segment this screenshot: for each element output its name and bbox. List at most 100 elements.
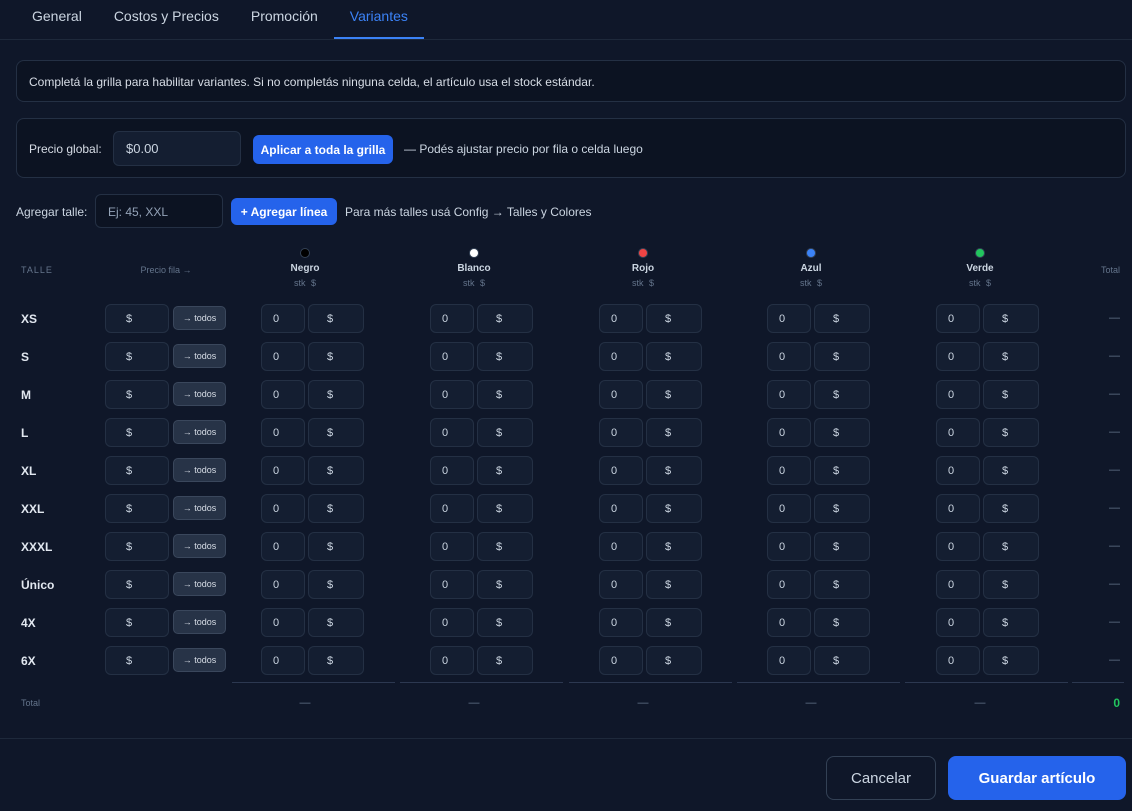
row-price-input[interactable]: $ bbox=[105, 494, 169, 523]
tab-costos-y-precios[interactable]: Costos y Precios bbox=[98, 0, 235, 39]
stock-input[interactable]: 0 bbox=[261, 380, 305, 409]
apply-row-to-all-button[interactable]: → todos bbox=[173, 534, 226, 558]
stock-input[interactable]: 0 bbox=[599, 418, 643, 447]
stock-input[interactable]: 0 bbox=[430, 418, 474, 447]
cell-price-input[interactable]: $ bbox=[983, 646, 1039, 675]
stock-input[interactable]: 0 bbox=[767, 646, 811, 675]
cell-price-input[interactable]: $ bbox=[983, 380, 1039, 409]
cell-price-input[interactable]: $ bbox=[983, 304, 1039, 333]
stock-input[interactable]: 0 bbox=[599, 304, 643, 333]
stock-input[interactable]: 0 bbox=[936, 646, 980, 675]
stock-input[interactable]: 0 bbox=[261, 532, 305, 561]
cell-price-input[interactable]: $ bbox=[308, 342, 364, 371]
stock-input[interactable]: 0 bbox=[599, 646, 643, 675]
stock-input[interactable]: 0 bbox=[767, 304, 811, 333]
stock-input[interactable]: 0 bbox=[936, 418, 980, 447]
stock-input[interactable]: 0 bbox=[936, 608, 980, 637]
cell-price-input[interactable]: $ bbox=[983, 494, 1039, 523]
apply-to-grid-button[interactable]: Aplicar a toda la grilla bbox=[253, 135, 393, 164]
tab-general[interactable]: General bbox=[16, 0, 98, 39]
stock-input[interactable]: 0 bbox=[430, 494, 474, 523]
stock-input[interactable]: 0 bbox=[767, 608, 811, 637]
apply-row-to-all-button[interactable]: → todos bbox=[173, 458, 226, 482]
cell-price-input[interactable]: $ bbox=[477, 342, 533, 371]
stock-input[interactable]: 0 bbox=[430, 646, 474, 675]
cell-price-input[interactable]: $ bbox=[308, 608, 364, 637]
stock-input[interactable]: 0 bbox=[261, 608, 305, 637]
stock-input[interactable]: 0 bbox=[767, 494, 811, 523]
cell-price-input[interactable]: $ bbox=[814, 646, 870, 675]
cell-price-input[interactable]: $ bbox=[814, 342, 870, 371]
cell-price-input[interactable]: $ bbox=[477, 608, 533, 637]
row-price-input[interactable]: $ bbox=[105, 570, 169, 599]
row-price-input[interactable]: $ bbox=[105, 456, 169, 485]
apply-row-to-all-button[interactable]: → todos bbox=[173, 648, 226, 672]
cell-price-input[interactable]: $ bbox=[983, 570, 1039, 599]
cell-price-input[interactable]: $ bbox=[983, 418, 1039, 447]
apply-row-to-all-button[interactable]: → todos bbox=[173, 344, 226, 368]
stock-input[interactable]: 0 bbox=[936, 456, 980, 485]
cell-price-input[interactable]: $ bbox=[814, 418, 870, 447]
add-size-input[interactable]: Ej: 45, XXL bbox=[95, 194, 223, 228]
tab-variantes[interactable]: Variantes bbox=[333, 0, 424, 39]
stock-input[interactable]: 0 bbox=[599, 494, 643, 523]
cell-price-input[interactable]: $ bbox=[814, 608, 870, 637]
cell-price-input[interactable]: $ bbox=[646, 608, 702, 637]
cell-price-input[interactable]: $ bbox=[814, 570, 870, 599]
cell-price-input[interactable]: $ bbox=[646, 494, 702, 523]
cell-price-input[interactable]: $ bbox=[646, 570, 702, 599]
cell-price-input[interactable]: $ bbox=[646, 646, 702, 675]
stock-input[interactable]: 0 bbox=[599, 570, 643, 599]
stock-input[interactable]: 0 bbox=[261, 342, 305, 371]
row-price-input[interactable]: $ bbox=[105, 608, 169, 637]
cell-price-input[interactable]: $ bbox=[646, 532, 702, 561]
global-price-input[interactable]: $0.00 bbox=[113, 131, 241, 166]
tab-promocion[interactable]: Promoción bbox=[235, 0, 334, 39]
stock-input[interactable]: 0 bbox=[599, 342, 643, 371]
cell-price-input[interactable]: $ bbox=[477, 304, 533, 333]
stock-input[interactable]: 0 bbox=[261, 456, 305, 485]
apply-row-to-all-button[interactable]: → todos bbox=[173, 572, 226, 596]
stock-input[interactable]: 0 bbox=[767, 380, 811, 409]
cell-price-input[interactable]: $ bbox=[983, 456, 1039, 485]
stock-input[interactable]: 0 bbox=[936, 342, 980, 371]
cell-price-input[interactable]: $ bbox=[814, 532, 870, 561]
cell-price-input[interactable]: $ bbox=[477, 380, 533, 409]
stock-input[interactable]: 0 bbox=[430, 304, 474, 333]
row-price-input[interactable]: $ bbox=[105, 418, 169, 447]
stock-input[interactable]: 0 bbox=[936, 494, 980, 523]
row-price-input[interactable]: $ bbox=[105, 646, 169, 675]
save-article-button[interactable]: Guardar artículo bbox=[948, 756, 1126, 800]
stock-input[interactable]: 0 bbox=[767, 570, 811, 599]
cell-price-input[interactable]: $ bbox=[983, 342, 1039, 371]
cell-price-input[interactable]: $ bbox=[814, 456, 870, 485]
apply-row-to-all-button[interactable]: → todos bbox=[173, 306, 226, 330]
stock-input[interactable]: 0 bbox=[430, 608, 474, 637]
stock-input[interactable]: 0 bbox=[599, 380, 643, 409]
cell-price-input[interactable]: $ bbox=[308, 304, 364, 333]
stock-input[interactable]: 0 bbox=[430, 342, 474, 371]
stock-input[interactable]: 0 bbox=[936, 380, 980, 409]
stock-input[interactable]: 0 bbox=[767, 532, 811, 561]
cell-price-input[interactable]: $ bbox=[646, 342, 702, 371]
cell-price-input[interactable]: $ bbox=[477, 646, 533, 675]
cell-price-input[interactable]: $ bbox=[477, 418, 533, 447]
cell-price-input[interactable]: $ bbox=[983, 608, 1039, 637]
cell-price-input[interactable]: $ bbox=[646, 304, 702, 333]
cell-price-input[interactable]: $ bbox=[814, 494, 870, 523]
stock-input[interactable]: 0 bbox=[767, 342, 811, 371]
apply-row-to-all-button[interactable]: → todos bbox=[173, 496, 226, 520]
stock-input[interactable]: 0 bbox=[261, 646, 305, 675]
stock-input[interactable]: 0 bbox=[936, 570, 980, 599]
stock-input[interactable]: 0 bbox=[430, 380, 474, 409]
cell-price-input[interactable]: $ bbox=[308, 494, 364, 523]
stock-input[interactable]: 0 bbox=[261, 304, 305, 333]
cell-price-input[interactable]: $ bbox=[308, 456, 364, 485]
cell-price-input[interactable]: $ bbox=[477, 532, 533, 561]
cell-price-input[interactable]: $ bbox=[646, 380, 702, 409]
cell-price-input[interactable]: $ bbox=[477, 494, 533, 523]
cell-price-input[interactable]: $ bbox=[646, 418, 702, 447]
add-line-button[interactable]: + Agregar línea bbox=[231, 198, 337, 225]
cell-price-input[interactable]: $ bbox=[477, 570, 533, 599]
cell-price-input[interactable]: $ bbox=[308, 380, 364, 409]
